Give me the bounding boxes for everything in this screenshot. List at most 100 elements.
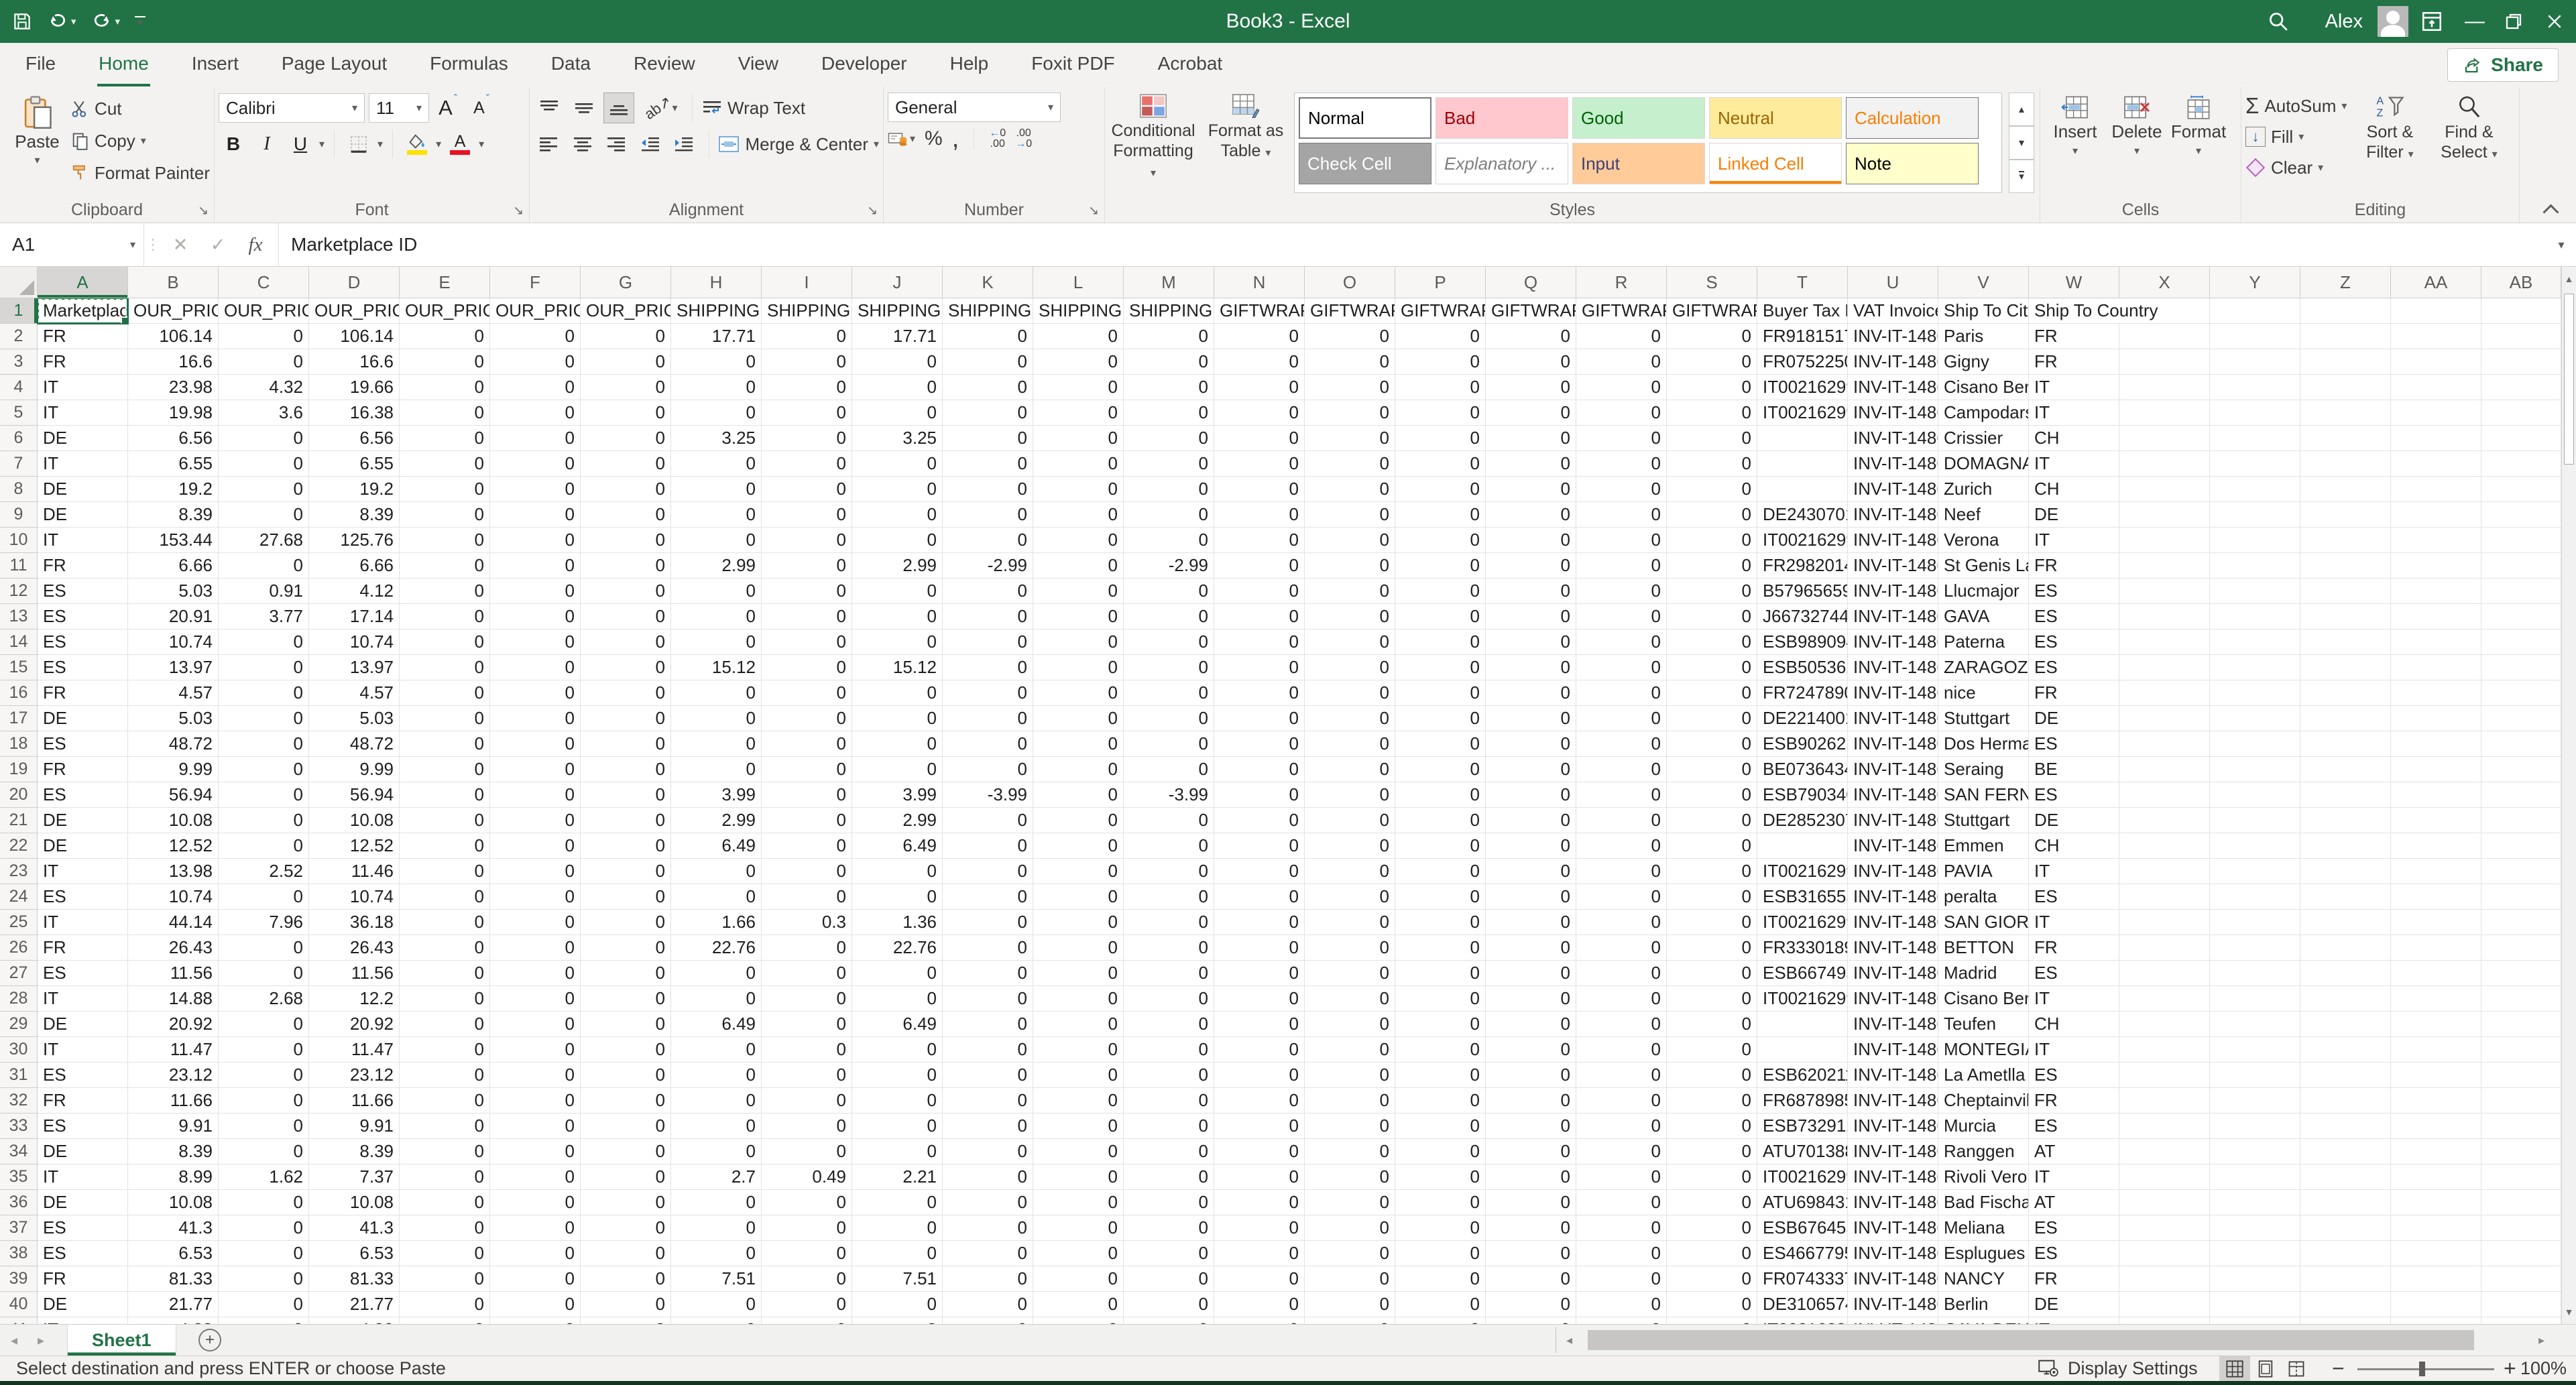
cell-Y2[interactable]: [2210, 324, 2300, 349]
cell-A26[interactable]: FR: [38, 935, 128, 961]
cell-R5[interactable]: 0: [1576, 400, 1667, 426]
row-header-23[interactable]: 23: [0, 859, 38, 884]
cell-B32[interactable]: 11.66: [128, 1088, 219, 1113]
cell-O19[interactable]: 0: [1305, 757, 1395, 782]
column-header-Y[interactable]: Y: [2210, 267, 2300, 298]
cell-P37[interactable]: 0: [1395, 1215, 1486, 1241]
cell-Y32[interactable]: [2210, 1088, 2300, 1113]
cell-T28[interactable]: IT00216299: [1757, 986, 1848, 1012]
cell-S38[interactable]: 0: [1667, 1241, 1757, 1266]
cell-AA17[interactable]: [2391, 706, 2481, 731]
cell-T1[interactable]: Buyer Tax F: [1757, 298, 1848, 324]
cell-T9[interactable]: DE2430701: [1757, 502, 1848, 528]
row-header-6[interactable]: 6: [0, 426, 38, 451]
cell-V36[interactable]: Bad Fischa: [1938, 1190, 2029, 1215]
cell-B37[interactable]: 41.3: [128, 1215, 219, 1241]
cell-AB36[interactable]: [2481, 1190, 2561, 1215]
name-box[interactable]: A1▾: [0, 223, 144, 266]
style-calculation[interactable]: Calculation: [1846, 97, 1979, 139]
cell-Q20[interactable]: 0: [1486, 782, 1576, 808]
row-header-39[interactable]: 39: [0, 1266, 38, 1292]
cell-I25[interactable]: 0.3: [762, 910, 852, 935]
cell-E21[interactable]: 0: [400, 808, 490, 833]
cell-V22[interactable]: Emmen: [1938, 833, 2029, 859]
cell-H21[interactable]: 2.99: [671, 808, 762, 833]
cell-N16[interactable]: 0: [1214, 680, 1305, 706]
cell-I26[interactable]: 0: [762, 935, 852, 961]
cell-E41[interactable]: 0: [400, 1317, 490, 1324]
cell-I2[interactable]: 0: [762, 324, 852, 349]
cell-Q13[interactable]: 0: [1486, 604, 1576, 629]
cell-P2[interactable]: 0: [1395, 324, 1486, 349]
cell-Q7[interactable]: 0: [1486, 451, 1576, 477]
cell-I32[interactable]: 0: [762, 1088, 852, 1113]
cell-I36[interactable]: 0: [762, 1190, 852, 1215]
cell-N41[interactable]: 0: [1214, 1317, 1305, 1324]
cell-L27[interactable]: 0: [1033, 961, 1124, 986]
cell-F6[interactable]: 0: [490, 426, 581, 451]
cell-X11[interactable]: [2119, 553, 2210, 579]
cell-AB32[interactable]: [2481, 1088, 2561, 1113]
cell-AB13[interactable]: [2481, 604, 2561, 629]
font-color-dropdown-icon[interactable]: ▾: [479, 137, 484, 151]
cell-Z23[interactable]: [2300, 859, 2391, 884]
cell-W31[interactable]: ES: [2029, 1063, 2119, 1088]
row-header-3[interactable]: 3: [0, 349, 38, 375]
cell-I24[interactable]: 0: [762, 884, 852, 910]
cell-C35[interactable]: 1.62: [219, 1164, 309, 1190]
cell-T31[interactable]: ESB620211: [1757, 1063, 1848, 1088]
cell-P34[interactable]: 0: [1395, 1139, 1486, 1164]
cell-B15[interactable]: 13.97: [128, 655, 219, 680]
cell-A21[interactable]: DE: [38, 808, 128, 833]
cell-X9[interactable]: [2119, 502, 2210, 528]
cell-I33[interactable]: 0: [762, 1113, 852, 1139]
cell-E18[interactable]: 0: [400, 731, 490, 757]
cell-C4[interactable]: 4.32: [219, 375, 309, 400]
cell-N4[interactable]: 0: [1214, 375, 1305, 400]
cell-S30[interactable]: 0: [1667, 1037, 1757, 1063]
cell-Z30[interactable]: [2300, 1037, 2391, 1063]
cell-P35[interactable]: 0: [1395, 1164, 1486, 1190]
cell-C11[interactable]: 0: [219, 553, 309, 579]
cell-AA11[interactable]: [2391, 553, 2481, 579]
cell-Z34[interactable]: [2300, 1139, 2391, 1164]
cell-P39[interactable]: 0: [1395, 1266, 1486, 1292]
cell-M13[interactable]: 0: [1124, 604, 1214, 629]
cell-H8[interactable]: 0: [671, 477, 762, 502]
cell-M1[interactable]: SHIPPING T: [1124, 298, 1214, 324]
cell-O34[interactable]: 0: [1305, 1139, 1395, 1164]
cell-W2[interactable]: FR: [2029, 324, 2119, 349]
increase-indent-button[interactable]: [669, 129, 699, 160]
cell-N1[interactable]: GIFTWRAP: [1214, 298, 1305, 324]
borders-button[interactable]: [344, 129, 373, 160]
cell-H2[interactable]: 17.71: [671, 324, 762, 349]
cell-S3[interactable]: 0: [1667, 349, 1757, 375]
cell-Z22[interactable]: [2300, 833, 2391, 859]
cell-E38[interactable]: 0: [400, 1241, 490, 1266]
cell-P25[interactable]: 0: [1395, 910, 1486, 935]
cell-A34[interactable]: DE: [38, 1139, 128, 1164]
cell-AA16[interactable]: [2391, 680, 2481, 706]
cell-E30[interactable]: 0: [400, 1037, 490, 1063]
cell-Y33[interactable]: [2210, 1113, 2300, 1139]
cell-H40[interactable]: 0: [671, 1292, 762, 1317]
cell-T41[interactable]: IT00216299: [1757, 1317, 1848, 1324]
cell-R30[interactable]: 0: [1576, 1037, 1667, 1063]
row-header-9[interactable]: 9: [0, 502, 38, 528]
cell-B31[interactable]: 23.12: [128, 1063, 219, 1088]
cell-X27[interactable]: [2119, 961, 2210, 986]
cell-Y30[interactable]: [2210, 1037, 2300, 1063]
cell-P3[interactable]: 0: [1395, 349, 1486, 375]
cell-I7[interactable]: 0: [762, 451, 852, 477]
cell-V37[interactable]: Meliana: [1938, 1215, 2029, 1241]
cell-T19[interactable]: BE0736434: [1757, 757, 1848, 782]
cell-E7[interactable]: 0: [400, 451, 490, 477]
cell-K24[interactable]: 0: [943, 884, 1033, 910]
cell-R21[interactable]: 0: [1576, 808, 1667, 833]
style-good[interactable]: Good: [1572, 97, 1705, 139]
cell-P27[interactable]: 0: [1395, 961, 1486, 986]
cell-G28[interactable]: 0: [581, 986, 671, 1012]
fill-color-button[interactable]: [402, 129, 432, 160]
cell-V4[interactable]: Cisano Berg: [1938, 375, 2029, 400]
cell-W37[interactable]: ES: [2029, 1215, 2119, 1241]
